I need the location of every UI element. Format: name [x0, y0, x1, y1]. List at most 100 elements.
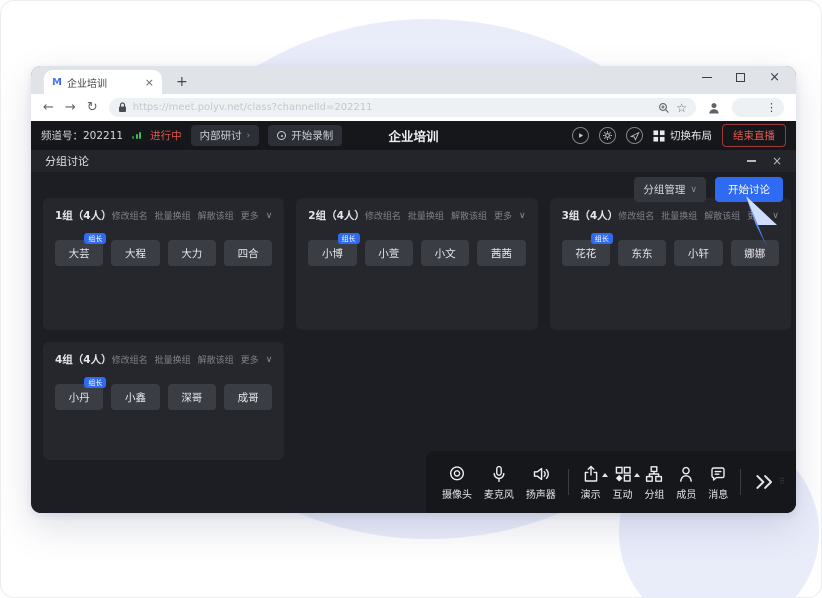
- messages-button[interactable]: 消息: [708, 464, 728, 501]
- member-chip[interactable]: 东东: [618, 240, 666, 266]
- switch-layout-button[interactable]: 切换布局: [653, 128, 712, 143]
- new-tab-button[interactable]: +: [176, 74, 188, 90]
- double-chevron-right-icon: [753, 471, 775, 493]
- member-chip[interactable]: 茜茜: [477, 240, 525, 266]
- member-chip[interactable]: 小鑫: [111, 384, 159, 410]
- playback-icon[interactable]: [572, 127, 589, 144]
- lock-icon: [118, 102, 127, 113]
- member-chip[interactable]: 小轩: [674, 240, 722, 266]
- menu-dots-icon[interactable]: ⋮: [766, 101, 777, 114]
- member-name: 小萱: [378, 246, 399, 261]
- member-chip[interactable]: 成哥: [224, 384, 272, 410]
- browser-menu-pill[interactable]: ⋮: [732, 98, 784, 117]
- more-link[interactable]: 更多: [494, 209, 512, 222]
- panel-minimize-button[interactable]: [747, 160, 756, 161]
- member-chip[interactable]: 大芸 组长: [55, 240, 103, 266]
- member-chip[interactable]: 小文: [421, 240, 469, 266]
- profile-avatar-icon[interactable]: [707, 101, 721, 115]
- batch-move-link[interactable]: 批量换组: [155, 353, 191, 366]
- member-chip[interactable]: 四合: [224, 240, 272, 266]
- interact-button[interactable]: 互动: [613, 464, 633, 501]
- batch-move-link[interactable]: 批量换组: [661, 209, 697, 222]
- record-icon: [277, 131, 286, 140]
- window-close-button[interactable]: ×: [769, 73, 780, 82]
- group-manage-button[interactable]: 分组管理 ∨: [634, 177, 706, 202]
- dismiss-group-link[interactable]: 解散该组: [198, 209, 234, 222]
- member-chip[interactable]: 大程: [111, 240, 159, 266]
- dismiss-group-link[interactable]: 解散该组: [451, 209, 487, 222]
- member-name: 小轩: [688, 246, 709, 261]
- toolbar-expand-button[interactable]: ⠿: [753, 471, 786, 493]
- share-send-icon[interactable]: [626, 127, 643, 144]
- chevron-down-icon: ∨: [690, 185, 697, 195]
- member-name: 小文: [435, 246, 456, 261]
- back-icon[interactable]: ←: [43, 100, 54, 115]
- chevron-down-icon: ∨: [266, 355, 273, 365]
- rename-group-link[interactable]: 修改组名: [112, 209, 148, 222]
- dismiss-group-link[interactable]: 解散该组: [198, 353, 234, 366]
- group-card-4: 4组（4人） 修改组名 批量换组 解散该组 更多 ∨ 小丹 组长: [43, 342, 284, 460]
- group-cards-grid: 1组（4人） 修改组名 批量换组 解散该组 更多 ∨ 大芸 组长: [43, 198, 784, 460]
- window-maximize-button[interactable]: [736, 73, 745, 82]
- members-button[interactable]: 成员: [676, 464, 696, 501]
- browser-tab-strip: M 企业培训 × + ×: [31, 66, 796, 94]
- window-minimize-button[interactable]: [702, 77, 712, 79]
- rename-group-link[interactable]: 修改组名: [112, 353, 148, 366]
- tab-close-icon[interactable]: ×: [145, 76, 154, 89]
- top-bar-right-cluster: 切换布局 结束直播: [572, 124, 786, 147]
- dropdown-triangle-icon: [602, 473, 608, 477]
- present-label: 演示: [581, 486, 601, 501]
- person-icon: [676, 464, 696, 484]
- group-org-icon: [644, 464, 664, 484]
- app-top-bar: 频道号：202211 进行中 内部研讨 › 开始录制 企业培训: [31, 121, 796, 150]
- microphone-button[interactable]: 麦克风: [484, 464, 514, 501]
- batch-move-link[interactable]: 批量换组: [155, 209, 191, 222]
- rename-group-link[interactable]: 修改组名: [618, 209, 654, 222]
- start-recording-button[interactable]: 开始录制: [268, 125, 342, 146]
- speaker-icon: [531, 464, 551, 484]
- url-bar[interactable]: https://meet.polyv.net/class?channelId=2…: [109, 98, 696, 117]
- panel-close-button[interactable]: ×: [772, 156, 782, 166]
- group-name: 2组（4人）: [308, 208, 365, 223]
- app-title: 企业培训: [388, 126, 438, 145]
- zoom-icon[interactable]: [658, 102, 670, 114]
- panel-title: 分组讨论: [45, 153, 89, 169]
- batch-move-link[interactable]: 批量换组: [408, 209, 444, 222]
- camera-button[interactable]: 摄像头: [442, 464, 472, 501]
- toolbar-divider: [568, 469, 569, 495]
- drag-handle-icon[interactable]: ⠿: [779, 480, 786, 484]
- more-link[interactable]: 更多: [241, 353, 259, 366]
- member-name: 茜茜: [491, 246, 512, 261]
- end-live-button[interactable]: 结束直播: [722, 124, 786, 147]
- chevron-right-icon: ›: [247, 131, 251, 141]
- member-chip[interactable]: 小丹 组长: [55, 384, 103, 410]
- session-mode-button[interactable]: 内部研讨 ›: [191, 125, 260, 146]
- window-controls: ×: [702, 73, 780, 82]
- forward-icon[interactable]: →: [65, 100, 76, 115]
- speaker-button[interactable]: 扬声器: [526, 464, 556, 501]
- grouping-button[interactable]: 分组: [644, 464, 664, 501]
- camera-label: 摄像头: [442, 486, 472, 501]
- more-link[interactable]: 更多: [241, 209, 259, 222]
- layout-grid-icon: [653, 130, 665, 142]
- member-chip[interactable]: 花花 组长: [562, 240, 610, 266]
- signal-strength-icon: [132, 132, 141, 139]
- member-name: 东东: [632, 246, 653, 261]
- chevron-down-icon: ∨: [519, 211, 526, 221]
- browser-tab[interactable]: M 企业培训 ×: [44, 70, 162, 94]
- member-name: 小丹: [69, 390, 90, 405]
- member-chip[interactable]: 小萱: [365, 240, 413, 266]
- rename-group-link[interactable]: 修改组名: [365, 209, 401, 222]
- chat-bubble-icon: [708, 464, 728, 484]
- reload-icon[interactable]: ↻: [87, 100, 98, 115]
- microphone-label: 麦克风: [484, 486, 514, 501]
- bookmark-star-icon[interactable]: ☆: [676, 101, 687, 115]
- browser-address-bar: ← → ↻ https://meet.polyv.net/class?chann…: [31, 94, 796, 121]
- member-chip[interactable]: 小博 组长: [308, 240, 356, 266]
- member-chip[interactable]: 大力: [168, 240, 216, 266]
- present-button[interactable]: 演示: [581, 464, 601, 501]
- member-chip[interactable]: 深哥: [168, 384, 216, 410]
- settings-gear-icon[interactable]: [599, 127, 616, 144]
- group-card-1: 1组（4人） 修改组名 批量换组 解散该组 更多 ∨ 大芸 组长: [43, 198, 284, 330]
- session-mode-label: 内部研讨: [200, 128, 242, 143]
